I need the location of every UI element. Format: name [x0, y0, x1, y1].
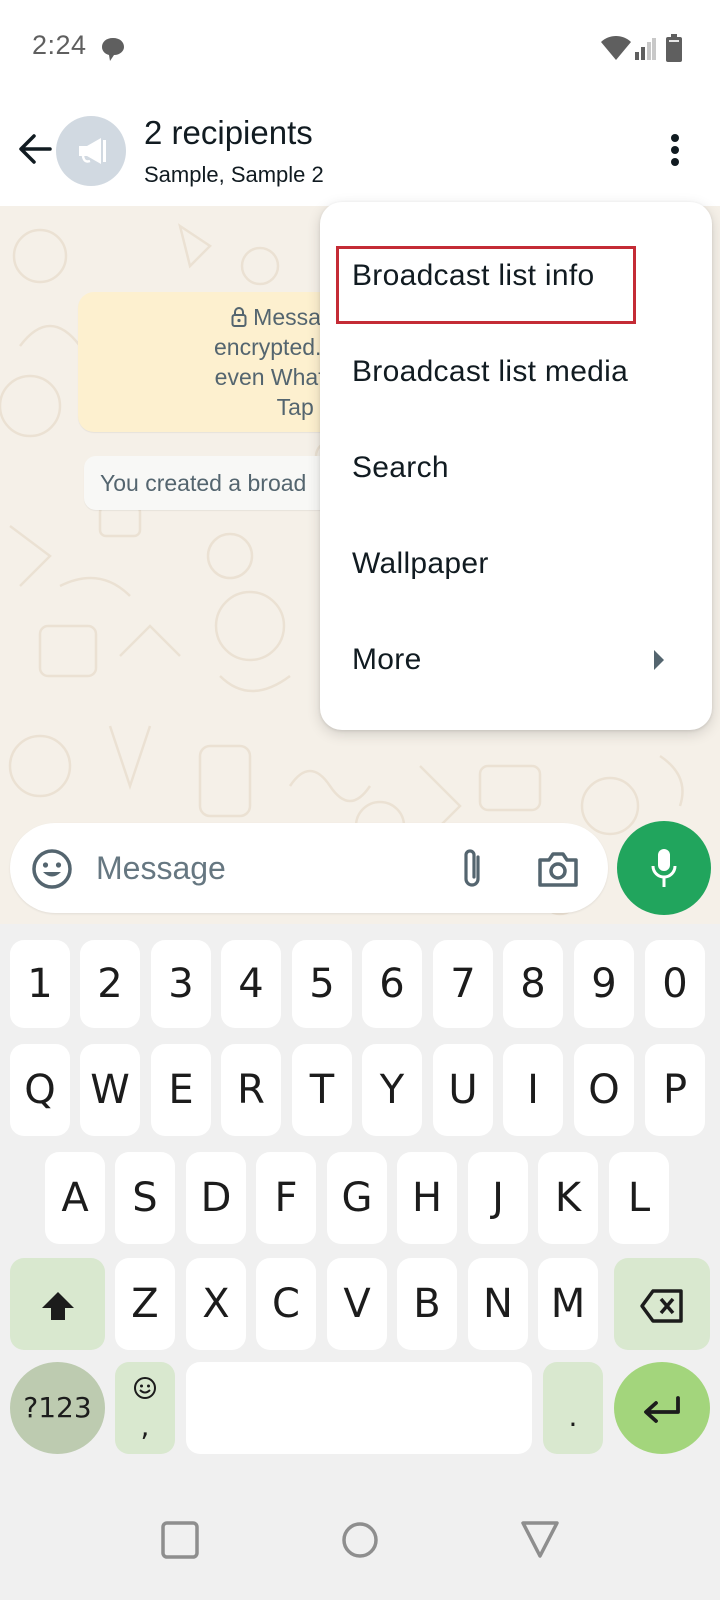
screen: 2:24 2 recipients Sample, Sample 2 Messa… — [0, 0, 720, 1600]
keyboard: 1 2 3 4 5 6 7 8 9 0 Q W E R T Y U I O P … — [0, 924, 720, 1490]
menu-item-broadcast-list-media[interactable]: Broadcast list media — [320, 324, 712, 420]
emoji-comma-key[interactable]: , — [115, 1362, 175, 1454]
key-g[interactable]: G — [327, 1152, 387, 1244]
key-p[interactable]: P — [645, 1044, 705, 1136]
key-6[interactable]: 6 — [362, 940, 422, 1028]
microphone-icon — [651, 849, 677, 887]
key-k[interactable]: K — [538, 1152, 598, 1244]
key-h[interactable]: H — [397, 1152, 457, 1244]
menu-item-label: Wallpaper — [352, 547, 489, 580]
key-3[interactable]: 3 — [151, 940, 211, 1028]
emoji-icon[interactable] — [30, 847, 74, 891]
recipients-subtitle[interactable]: Sample, Sample 2 — [144, 162, 324, 188]
overflow-menu: Broadcast list info Broadcast list media… — [320, 202, 712, 730]
camera-icon[interactable] — [536, 849, 580, 889]
paperclip-icon[interactable] — [456, 845, 488, 893]
menu-item-label: Broadcast list info — [352, 259, 595, 292]
key-i[interactable]: I — [503, 1044, 563, 1136]
key-j[interactable]: J — [468, 1152, 528, 1244]
lock-icon — [231, 307, 247, 327]
message-composer — [10, 823, 608, 913]
key-8[interactable]: 8 — [503, 940, 563, 1028]
key-2[interactable]: 2 — [80, 940, 140, 1028]
menu-item-label: Broadcast list media — [352, 355, 629, 388]
enter-icon — [644, 1396, 680, 1423]
key-9[interactable]: 9 — [574, 940, 634, 1028]
key-n[interactable]: N — [468, 1258, 528, 1350]
backspace-key[interactable] — [614, 1258, 710, 1350]
avatar[interactable] — [56, 116, 126, 186]
key-a[interactable]: A — [45, 1152, 105, 1244]
page-title[interactable]: 2 recipients — [144, 114, 313, 152]
key-r[interactable]: R — [221, 1044, 281, 1136]
message-input[interactable] — [96, 843, 426, 893]
app-bar: 2 recipients Sample, Sample 2 — [0, 96, 720, 206]
menu-item-more[interactable]: More — [320, 612, 712, 708]
enter-key[interactable] — [614, 1362, 710, 1454]
menu-item-broadcast-list-info[interactable]: Broadcast list info — [320, 228, 712, 324]
submenu-arrow-icon — [654, 650, 664, 670]
key-v[interactable]: V — [327, 1258, 387, 1350]
recents-icon[interactable] — [150, 1510, 210, 1570]
key-o[interactable]: O — [574, 1044, 634, 1136]
key-u[interactable]: U — [433, 1044, 493, 1136]
key-c[interactable]: C — [256, 1258, 316, 1350]
key-m[interactable]: M — [538, 1258, 598, 1350]
period-key[interactable]: . — [543, 1362, 603, 1454]
shift-icon — [41, 1292, 74, 1320]
back-icon[interactable] — [510, 1510, 570, 1570]
key-d[interactable]: D — [186, 1152, 246, 1244]
key-t[interactable]: T — [292, 1044, 352, 1136]
backspace-icon — [640, 1289, 683, 1323]
navigation-bar — [0, 1490, 720, 1600]
key-7[interactable]: 7 — [433, 940, 493, 1028]
menu-item-label: More — [352, 643, 422, 676]
key-q[interactable]: Q — [10, 1044, 70, 1136]
key-b[interactable]: B — [397, 1258, 457, 1350]
key-1[interactable]: 1 — [10, 940, 70, 1028]
microphone-button[interactable] — [617, 821, 711, 915]
keyboard-emoji-icon — [134, 1377, 156, 1399]
key-w[interactable]: W — [80, 1044, 140, 1136]
status-bar: 2:24 — [0, 0, 720, 96]
key-y[interactable]: Y — [362, 1044, 422, 1136]
key-z[interactable]: Z — [115, 1258, 175, 1350]
comma-label: , — [140, 1410, 150, 1443]
menu-item-wallpaper[interactable]: Wallpaper — [320, 516, 712, 612]
key-l[interactable]: L — [609, 1152, 669, 1244]
arrow-left-icon[interactable] — [12, 126, 58, 172]
wifi-icon — [601, 36, 631, 60]
symbols-key[interactable]: ?123 — [10, 1362, 105, 1454]
menu-item-label: Search — [352, 451, 449, 484]
status-time: 2:24 — [32, 30, 87, 60]
key-0[interactable]: 0 — [645, 940, 705, 1028]
menu-item-search[interactable]: Search — [320, 420, 712, 516]
signal-icon — [635, 38, 656, 60]
key-5[interactable]: 5 — [292, 940, 352, 1028]
chat-notification-icon — [102, 38, 124, 61]
more-vert-icon[interactable] — [660, 130, 690, 170]
key-x[interactable]: X — [186, 1258, 246, 1350]
home-icon[interactable] — [330, 1510, 390, 1570]
key-4[interactable]: 4 — [221, 940, 281, 1028]
key-s[interactable]: S — [115, 1152, 175, 1244]
shift-key[interactable] — [10, 1258, 105, 1350]
spacebar[interactable] — [186, 1362, 532, 1454]
megaphone-icon — [79, 138, 106, 164]
battery-icon — [666, 34, 682, 62]
key-e[interactable]: E — [151, 1044, 211, 1136]
key-f[interactable]: F — [256, 1152, 316, 1244]
